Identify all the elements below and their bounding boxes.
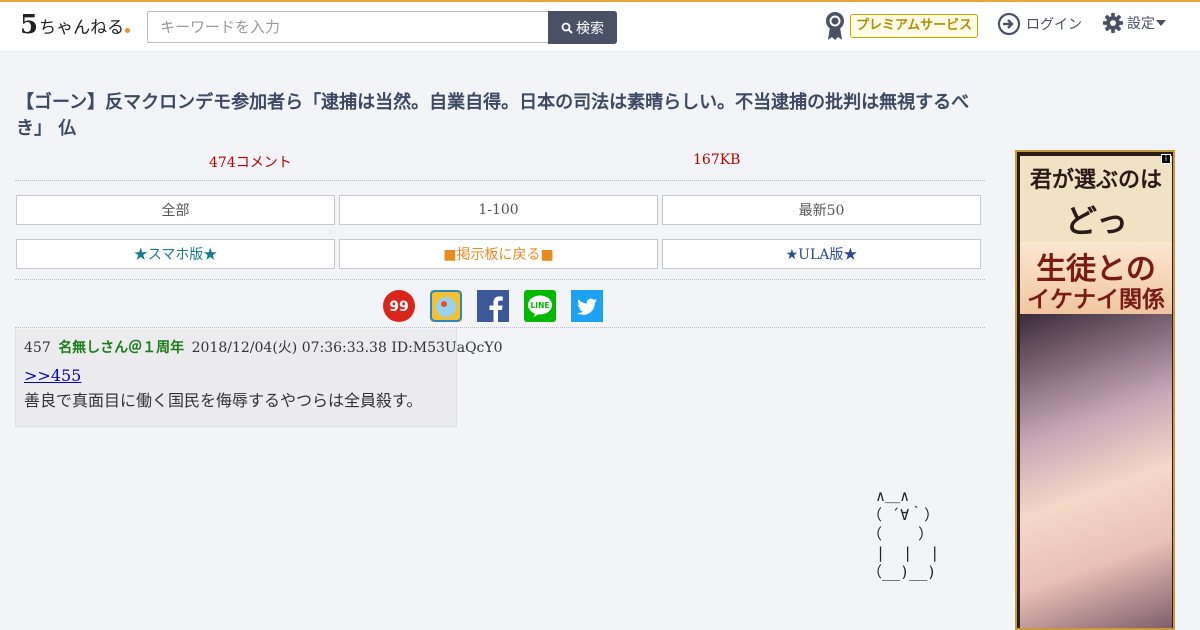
back-to-board-link[interactable]: ■掲示板に戻る■ <box>339 239 658 269</box>
share-hatena-glyph <box>430 290 462 322</box>
smartphone-version-link[interactable]: ★スマホ版★ <box>16 239 335 269</box>
ad-illustration <box>1020 314 1172 628</box>
comment-count: 474コメント <box>209 155 292 171</box>
line-icon[interactable]: LINE <box>524 290 556 322</box>
divider <box>15 327 985 328</box>
ula-version-link[interactable]: ★ULA版★ <box>662 239 981 269</box>
ad-headline-4: イケナイ関係 <box>1027 287 1165 313</box>
view-latest50-button[interactable]: 最新50 <box>662 195 981 225</box>
thread-meta: 474コメント 167KB <box>15 150 985 181</box>
post-body: 善良で真面目に働く国民を侮辱するやつらは全員殺す。 <box>24 391 423 410</box>
share-hatena-icon[interactable] <box>430 290 462 322</box>
ad-subheadline-panel: 生徒との イケナイ関係 <box>1020 242 1172 314</box>
share-99-icon[interactable]: 99 <box>383 290 415 322</box>
ad-headline-1: 君が選ぶのは <box>1029 168 1162 193</box>
view-all-button[interactable]: 全部 <box>16 195 335 225</box>
search-icon <box>561 22 573 34</box>
svg-text:LINE: LINE <box>531 301 550 310</box>
advertisement-banner[interactable]: 君が選ぶのは どっち？？ 生徒との イケナイ関係 i <box>1015 150 1175 630</box>
login-label: ログイン <box>1026 17 1082 33</box>
award-ribbon-icon <box>826 12 844 40</box>
search-button-label: 検索 <box>576 20 604 37</box>
reply-anchor-link[interactable]: >>455 <box>24 366 81 385</box>
post-number[interactable]: 457 <box>24 340 51 356</box>
search-button[interactable]: 検索 <box>548 11 617 44</box>
facebook-glyph <box>477 290 509 322</box>
premium-label: プレミアムサービス <box>850 14 979 38</box>
line-glyph: LINE <box>524 290 556 322</box>
thread-title: 【ゴーン】反マクロンデモ参加者ら「逮捕は当然。自業自得。日本の司法は素晴らしい。… <box>16 92 970 139</box>
twitter-glyph <box>571 290 603 322</box>
logo-text: ちゃんねる <box>39 18 125 38</box>
premium-service[interactable]: プレミアムサービス <box>824 11 979 41</box>
divider <box>15 279 985 280</box>
post-id[interactable]: ID:M53UaQcY0 <box>391 340 502 356</box>
share-99-glyph: 99 <box>384 291 414 321</box>
chevron-down-icon <box>1156 20 1166 26</box>
svg-text:99: 99 <box>389 299 408 315</box>
post-item: 457 名無しさん＠１周年 2018/12/04(火) 07:36:33.38 … <box>15 329 503 427</box>
poster-name: 名無しさん＠１周年 <box>58 340 185 356</box>
facebook-icon[interactable] <box>477 290 509 322</box>
logo-number: 5 <box>20 10 39 40</box>
login-link[interactable]: ログイン <box>997 12 1082 36</box>
post-header: 457 名無しさん＠１周年 2018/12/04(火) 07:36:33.38 … <box>24 337 503 357</box>
site-logo[interactable]: 5 ちゃんねる <box>20 10 131 40</box>
logo-dot <box>125 28 131 33</box>
ad-headline-panel: 君が選ぶのは どっち？？ <box>1020 156 1172 286</box>
settings-label: 設定 <box>1127 16 1155 32</box>
thread-size: 167KB <box>693 152 741 168</box>
settings-menu[interactable]: 設定 <box>1102 12 1166 34</box>
post-date: 2018/12/04(火) 07:36:33.38 <box>191 340 387 356</box>
twitter-icon[interactable] <box>571 290 603 322</box>
search-input[interactable]: キーワードを入力 <box>147 11 549 43</box>
header-bar: 5 ちゃんねる キーワードを入力 検索 プレミアムサービス ログイン 設定 <box>0 2 1200 50</box>
view-1-100-button[interactable]: 1-100 <box>339 195 658 225</box>
gear-icon <box>1102 12 1124 34</box>
ad-info-icon[interactable]: i <box>1161 154 1171 164</box>
login-icon <box>997 12 1021 36</box>
ascii-art: ∧＿∧ （ ´∀｀） （ ） | | | （__)__) <box>867 487 940 581</box>
